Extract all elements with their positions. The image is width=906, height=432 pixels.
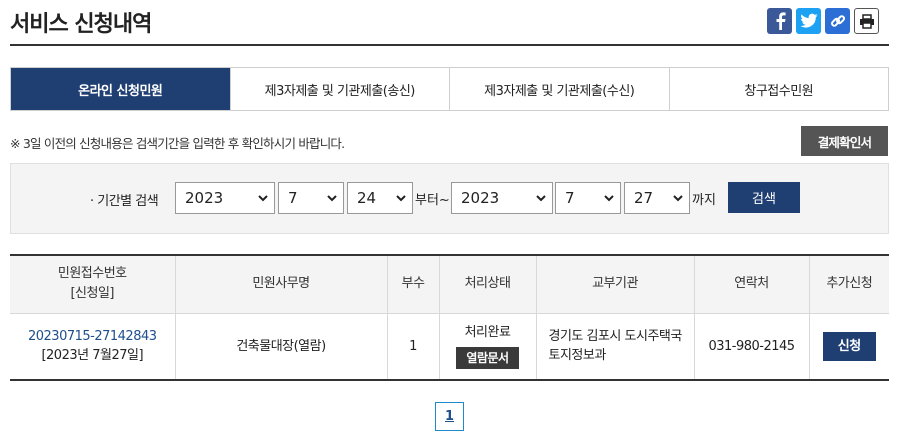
apply-button[interactable]: 신청: [822, 331, 876, 361]
status-text: 처리완료: [464, 325, 511, 341]
table-row: 20230715-27142843 [2023년 7월27일] 건축물대장(열람…: [10, 313, 889, 380]
header-contact: 연락처: [694, 255, 810, 314]
link-icon[interactable]: [825, 8, 850, 34]
receipt-number-link[interactable]: 20230715-27142843: [10, 327, 175, 346]
cell-receipt: 20230715-27142843 [2023년 7월27일]: [10, 313, 176, 380]
cell-contact: 031-980-2145: [694, 313, 810, 380]
twitter-icon[interactable]: [796, 8, 821, 34]
receipt-date: [2023년 7월27일]: [41, 348, 144, 364]
tab-online-applications[interactable]: 온라인 신청민원: [11, 68, 231, 110]
header-status: 처리상태: [439, 255, 537, 314]
page-title: 서비스 신청내역: [10, 12, 152, 37]
cell-agency: 경기도 김포시 도시주택국 토지정보과: [536, 313, 695, 380]
cell-office-name: 건축물대장(열람): [175, 313, 388, 380]
facebook-icon[interactable]: [767, 8, 792, 34]
to-month-value: 7: [565, 189, 575, 207]
from-word: 부터~: [415, 193, 450, 208]
applications-table: 민원접수번호 [신청일] 민원사무명 부수 처리상태 교부기관 연락처 추가신청…: [10, 254, 889, 381]
tab-bar: 온라인 신청민원 제3자제출 및 기관제출(송신) 제3자제출 및 기관제출(수…: [10, 67, 889, 111]
header-receipt-no-label: 민원접수번호: [57, 266, 127, 282]
pagination-page-1[interactable]: 1: [435, 402, 464, 431]
chevron-down-icon: [327, 195, 337, 202]
to-day-select[interactable]: 27: [624, 182, 690, 214]
tab-counter-applications[interactable]: 창구접수민원: [669, 68, 888, 110]
header-office-name: 민원사무명: [175, 255, 388, 314]
cell-additional: 신청: [809, 313, 889, 380]
from-month-select[interactable]: 7: [278, 182, 344, 214]
to-day-value: 27: [634, 189, 654, 207]
chevron-down-icon: [536, 195, 546, 202]
header-receipt-date-label: [신청일]: [70, 286, 115, 302]
from-day-value: 24: [357, 189, 377, 207]
payment-confirmation-button[interactable]: 결제확인서: [801, 126, 888, 156]
tab-third-party-sent[interactable]: 제3자제출 및 기관제출(송신): [230, 68, 450, 110]
header-agency: 교부기관: [536, 255, 695, 314]
header-copies: 부수: [387, 255, 440, 314]
from-year-value: 2023: [185, 189, 224, 207]
chevron-down-icon: [673, 195, 683, 202]
view-document-button[interactable]: 열람문서: [456, 347, 519, 370]
chevron-down-icon: [604, 195, 614, 202]
print-icon[interactable]: [854, 8, 879, 34]
from-month-value: 7: [288, 189, 298, 207]
to-month-select[interactable]: 7: [555, 182, 621, 214]
chevron-down-icon: [258, 195, 268, 202]
header-receipt-no: 민원접수번호 [신청일]: [10, 255, 176, 314]
title-divider: [10, 44, 889, 46]
from-day-select[interactable]: 24: [347, 182, 413, 214]
cell-copies: 1: [387, 313, 440, 380]
chevron-down-icon: [396, 195, 406, 202]
tab-third-party-received[interactable]: 제3자제출 및 기관제출(수신): [450, 68, 670, 110]
to-word: 까지: [692, 193, 716, 208]
search-button[interactable]: 검색: [728, 182, 800, 213]
from-year-select[interactable]: 2023: [175, 182, 275, 214]
header-additional: 추가신청: [809, 255, 889, 314]
search-label: · 기간별 검색: [90, 194, 159, 209]
notice-text: ※ 3일 이전의 신청내용은 검색기간을 입력한 후 확인하시기 바랍니다.: [10, 136, 345, 151]
to-year-value: 2023: [461, 189, 500, 207]
table-header-row: 민원접수번호 [신청일] 민원사무명 부수 처리상태 교부기관 연락처 추가신청: [10, 255, 889, 314]
to-year-select[interactable]: 2023: [451, 182, 553, 214]
cell-status: 처리완료 열람문서: [439, 313, 537, 380]
